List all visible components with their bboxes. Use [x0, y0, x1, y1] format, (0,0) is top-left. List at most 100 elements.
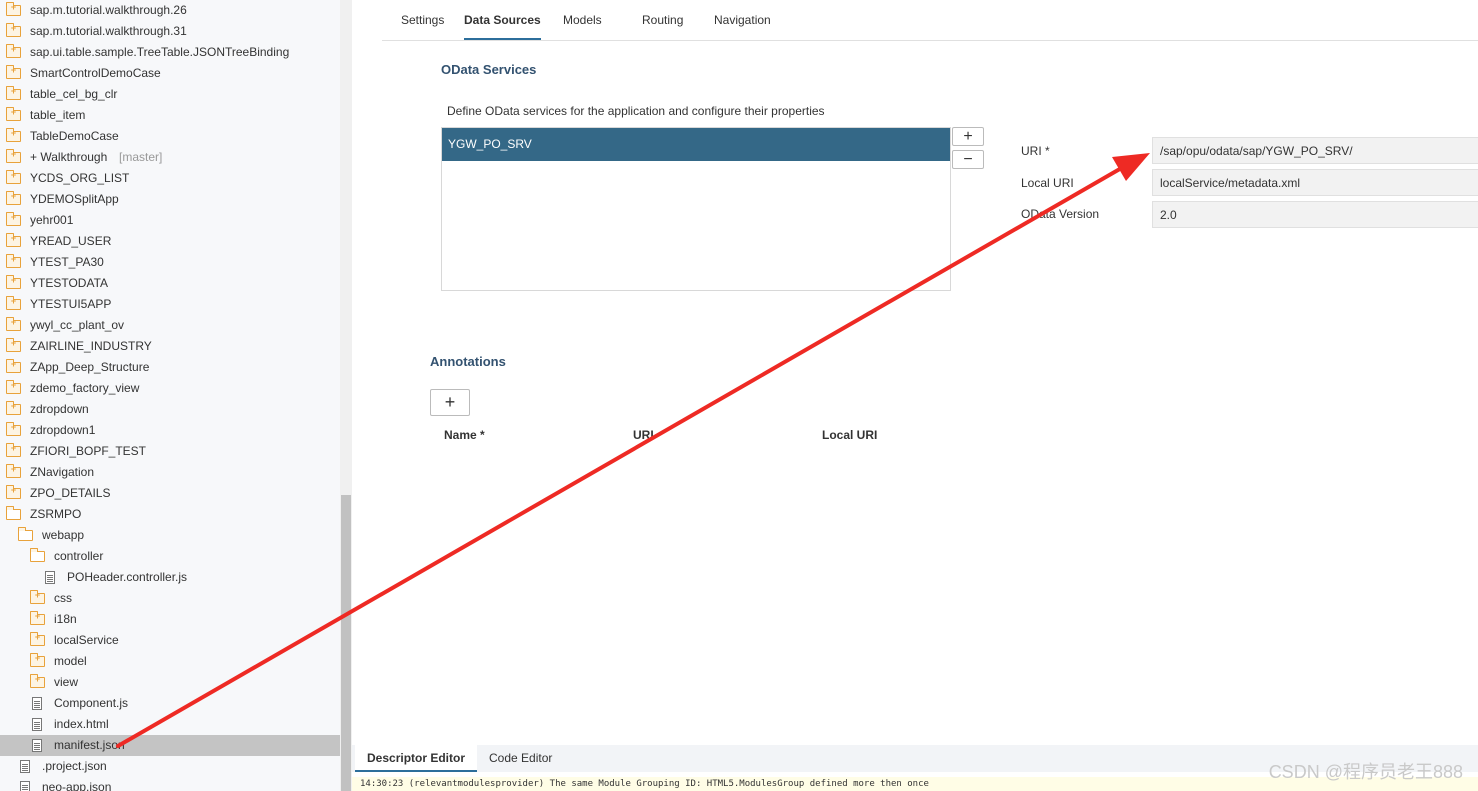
tree-item[interactable]: YDEMOSplitApp — [0, 189, 340, 210]
tree-item[interactable]: table_item — [0, 105, 340, 126]
file-icon — [32, 697, 42, 710]
tree-item-label: YTEST_PA30 — [30, 255, 104, 269]
tree-item[interactable]: ZFIORI_BOPF_TEST — [0, 441, 340, 462]
tree-item-label: zdemo_factory_view — [30, 381, 140, 395]
tree-item-label: Component.js — [54, 696, 129, 710]
folder-closed-icon — [6, 485, 21, 499]
annotation-column-local-uri: Local URI — [822, 428, 878, 442]
annotation-column-name: Name * — [444, 428, 485, 442]
tree-item[interactable]: localService — [0, 630, 340, 651]
tree-item[interactable]: ZSRMPO — [0, 504, 340, 525]
file-icon — [20, 781, 30, 791]
tree-item[interactable]: TableDemoCase — [0, 126, 340, 147]
tab-descriptor-editor[interactable]: Descriptor Editor — [355, 745, 478, 772]
tree-item[interactable]: + Walkthrough [master] — [0, 147, 340, 168]
file-icon — [32, 739, 42, 752]
tab-models[interactable]: Models — [563, 12, 602, 40]
tree-item[interactable]: zdemo_factory_view — [0, 378, 340, 399]
tree-item[interactable]: zdropdown1 — [0, 420, 340, 441]
tree-item[interactable]: table_cel_bg_clr — [0, 84, 340, 105]
folder-closed-icon — [30, 632, 45, 646]
tree-item-label: ZAIRLINE_INDUSTRY — [30, 339, 152, 353]
odata-service-list: YGW_PO_SRV — [441, 127, 951, 291]
git-branch-badge: [master] — [119, 150, 163, 164]
tree-item-label: neo-app.json — [42, 780, 112, 791]
tree-item[interactable]: POHeader.controller.js — [0, 567, 340, 588]
local-uri-field[interactable]: localService/metadata.xml — [1152, 169, 1478, 196]
tree-item[interactable]: controller — [0, 546, 340, 567]
add-service-button[interactable]: + — [952, 127, 984, 146]
tree-scrollbar-thumb[interactable] — [341, 495, 351, 791]
uri-field[interactable]: /sap/opu/odata/sap/YGW_PO_SRV/ — [1152, 137, 1478, 164]
odata-version-label: OData Version — [1021, 207, 1100, 221]
tree-item[interactable]: zdropdown — [0, 399, 340, 420]
folder-closed-icon — [6, 170, 21, 184]
folder-closed-icon — [30, 590, 45, 604]
tree-item[interactable]: view — [0, 672, 340, 693]
tab-settings[interactable]: Settings — [401, 12, 444, 40]
tree-item[interactable]: SmartControlDemoCase — [0, 63, 340, 84]
tree-item[interactable]: Component.js — [0, 693, 340, 714]
folder-closed-icon — [6, 191, 21, 205]
tree-item[interactable]: webapp — [0, 525, 340, 546]
tree-item-label: ZSRMPO — [30, 507, 82, 521]
tree-item[interactable]: sap.ui.table.sample.TreeTable.JSONTreeBi… — [0, 42, 340, 63]
folder-closed-icon — [6, 128, 21, 142]
folder-closed-icon — [6, 464, 21, 478]
tree-item-label: sap.m.tutorial.walkthrough.31 — [30, 24, 187, 38]
uri-label: URI * — [1021, 144, 1050, 158]
tree-item[interactable]: YTESTODATA — [0, 273, 340, 294]
tree-item[interactable]: index.html — [0, 714, 340, 735]
folder-closed-icon — [6, 401, 21, 415]
tab-navigation[interactable]: Navigation — [714, 12, 771, 40]
remove-service-button[interactable]: − — [952, 150, 984, 169]
tree-item-label: TableDemoCase — [30, 129, 119, 143]
odata-version-field[interactable]: 2.0 — [1152, 201, 1478, 228]
tree-item[interactable]: YTESTUI5APP — [0, 294, 340, 315]
tree-item-label: ywyl_cc_plant_ov — [30, 318, 125, 332]
tree-item[interactable]: YCDS_ORG_LIST — [0, 168, 340, 189]
tree-item[interactable]: ZApp_Deep_Structure — [0, 357, 340, 378]
editor-tabs: Settings Data Sources Models Routing Nav… — [382, 0, 1478, 41]
tree-item[interactable]: ywyl_cc_plant_ov — [0, 315, 340, 336]
file-icon — [32, 718, 42, 731]
tree-item[interactable]: neo-app.json — [0, 777, 340, 791]
tree-item[interactable]: manifest.json — [0, 735, 340, 756]
tree-item-label: POHeader.controller.js — [67, 570, 188, 584]
tree-item-label: .project.json — [42, 759, 107, 773]
tree-item[interactable]: sap.m.tutorial.walkthrough.31 — [0, 21, 340, 42]
tree-item[interactable]: YREAD_USER — [0, 231, 340, 252]
folder-closed-icon — [30, 653, 45, 667]
tree-item[interactable]: i18n — [0, 609, 340, 630]
tree-item[interactable]: ZPO_DETAILS — [0, 483, 340, 504]
tab-code-editor[interactable]: Code Editor — [477, 745, 564, 772]
tab-data-sources[interactable]: Data Sources — [464, 12, 541, 40]
local-uri-label: Local URI — [1021, 176, 1074, 190]
tree-item[interactable]: sap.m.tutorial.walkthrough.26 — [0, 0, 340, 21]
tree-item-label: localService — [54, 633, 119, 647]
folder-closed-icon — [6, 443, 21, 457]
folder-closed-icon — [6, 86, 21, 100]
folder-closed-icon — [6, 212, 21, 226]
tree-item-label: ZFIORI_BOPF_TEST — [30, 444, 147, 458]
folder-open-icon — [30, 548, 45, 562]
tree-item[interactable]: css — [0, 588, 340, 609]
folder-closed-icon — [6, 359, 21, 373]
tree-item[interactable]: ZNavigation — [0, 462, 340, 483]
folder-closed-icon — [30, 611, 45, 625]
tree-item[interactable]: YTEST_PA30 — [0, 252, 340, 273]
tree-item[interactable]: model — [0, 651, 340, 672]
add-annotation-button[interactable]: + — [430, 389, 470, 416]
tree-item[interactable]: .project.json — [0, 756, 340, 777]
odata-service-item[interactable]: YGW_PO_SRV — [442, 128, 950, 161]
folder-closed-icon — [30, 674, 45, 688]
tree-item-label: zdropdown — [30, 402, 89, 416]
folder-closed-icon — [6, 338, 21, 352]
annotations-title: Annotations — [430, 354, 506, 369]
tree-item[interactable]: yehr001 — [0, 210, 340, 231]
odata-services-description: Define OData services for the applicatio… — [447, 104, 825, 118]
annotation-column-uri: URI — [633, 428, 654, 442]
tree-item[interactable]: ZAIRLINE_INDUSTRY — [0, 336, 340, 357]
tab-routing[interactable]: Routing — [642, 12, 683, 40]
odata-services-title: OData Services — [441, 62, 537, 77]
